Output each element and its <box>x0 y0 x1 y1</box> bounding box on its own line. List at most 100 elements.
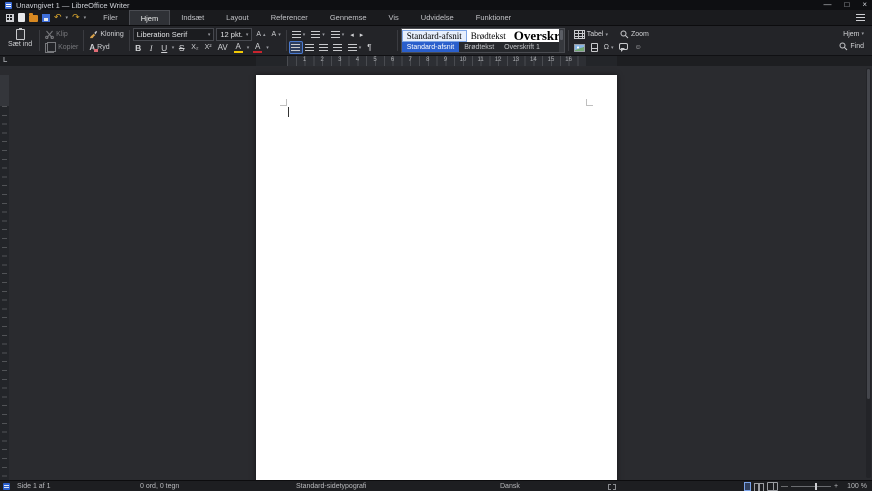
font-size-combo[interactable]: 12 pkt. ▾ <box>216 28 252 41</box>
subscript-button[interactable]: X₂ <box>189 41 200 54</box>
style-item-body[interactable]: Brødtekst <box>459 42 499 52</box>
document-page[interactable] <box>256 75 617 480</box>
hamburger-icon <box>856 14 865 21</box>
tab-vis[interactable]: Vis <box>378 10 410 25</box>
insert-image-button[interactable] <box>572 41 587 54</box>
zoom-percentage[interactable]: 100 % <box>847 481 867 491</box>
open-folder-icon[interactable] <box>29 15 38 22</box>
paste-button[interactable]: Sæt ind <box>4 28 36 49</box>
tab-referencer[interactable]: Referencer <box>260 10 319 25</box>
align-right-icon <box>319 44 328 52</box>
italic-button[interactable]: I <box>146 41 157 54</box>
underline-button[interactable]: U <box>159 41 170 54</box>
zoom-out-button[interactable]: — <box>781 483 788 490</box>
insert-page-break-button[interactable] <box>589 41 600 54</box>
font-color-caret[interactable]: ▾ <box>266 45 269 51</box>
page-count-status[interactable]: Side 1 af 1 <box>17 481 50 491</box>
superscript-button[interactable]: X² <box>203 41 214 54</box>
font-size-value: 12 pkt. <box>220 30 242 39</box>
selection-mode-icon[interactable] <box>608 484 616 490</box>
word-count-status[interactable]: 0 ord, 0 tegn <box>140 481 179 491</box>
line-spacing-icon <box>292 31 301 39</box>
horizontal-ruler[interactable]: 12345678910111213141516 <box>256 56 617 66</box>
maximize-button[interactable]: □ <box>844 0 849 10</box>
align-right-button[interactable] <box>318 42 330 53</box>
menu-grid-icon[interactable] <box>6 14 14 22</box>
underline-caret[interactable]: ▾ <box>172 45 175 51</box>
style-item-standard[interactable]: Standard-afsnit <box>402 42 459 52</box>
decrease-indent-button[interactable]: ◂ <box>348 28 356 41</box>
style-item-heading1[interactable]: Overskrift 1 <box>499 42 545 52</box>
new-document-icon[interactable] <box>18 13 25 22</box>
highlight-caret[interactable]: ▾ <box>247 45 250 51</box>
insert-emoji-button[interactable]: ☺ <box>632 41 643 54</box>
style-preview-heading1[interactable]: Overskr <box>510 29 559 42</box>
tab-indsaet[interactable]: Indsæt <box>170 10 215 25</box>
tab-gennemse[interactable]: Gennemse <box>319 10 378 25</box>
tab-hjem[interactable]: Hjem <box>129 10 171 25</box>
vertical-ruler[interactable] <box>0 75 9 480</box>
special-character-caret: ▾ <box>611 45 614 51</box>
font-size-caret: ▾ <box>246 32 249 38</box>
zoom-in-button[interactable]: + <box>834 483 838 490</box>
styles-scrollbar[interactable] <box>559 29 564 52</box>
align-justify-button[interactable] <box>332 42 344 53</box>
style-preview-body[interactable]: Brødtekst <box>467 31 510 41</box>
shrink-font-button[interactable]: A▾ <box>270 28 283 41</box>
undo-dropdown-caret[interactable]: ▾ <box>66 15 69 21</box>
style-preview-standard[interactable]: Standard-afsnit <box>402 30 467 42</box>
tab-stop-selector[interactable]: L <box>3 57 7 64</box>
tab-layout[interactable]: Layout <box>215 10 260 25</box>
bullet-list-caret: ▾ <box>322 32 325 38</box>
align-center-button[interactable] <box>304 42 316 53</box>
clear-formatting-button[interactable]: A Ryd <box>87 41 111 54</box>
vertical-scrollbar[interactable] <box>866 68 871 478</box>
zoom-slider-track[interactable] <box>791 483 831 490</box>
character-spacing-button[interactable]: AV <box>216 41 230 54</box>
redo-dropdown-caret[interactable]: ▾ <box>84 15 87 21</box>
multi-page-view-button[interactable] <box>754 482 764 491</box>
save-status-icon[interactable] <box>3 483 10 490</box>
bold-button[interactable]: B <box>133 41 144 54</box>
zoom-slider-thumb[interactable] <box>815 483 817 490</box>
style-previews-row: Standard-afsnit Brødtekst Overskr <box>402 29 559 42</box>
spacing-icon: AV <box>218 44 228 52</box>
page-style-status[interactable]: Standard-sidetypografi <box>296 481 366 491</box>
grow-font-button[interactable]: A▴ <box>254 28 267 41</box>
numbered-list-button[interactable]: ▾ <box>329 28 347 41</box>
find-button[interactable]: Find <box>837 41 866 54</box>
tab-filer[interactable]: Filer <box>92 10 129 25</box>
insert-special-character-button[interactable]: Ω▾ <box>602 41 616 54</box>
strikethrough-button[interactable]: S <box>176 41 187 54</box>
ruler-row: L 12345678910111213141516 <box>0 56 872 66</box>
language-status[interactable]: Dansk <box>500 481 520 491</box>
align-left-button[interactable] <box>290 42 302 53</box>
paragraph-spacing-button[interactable]: ▾ <box>346 41 364 54</box>
undo-icon[interactable]: ↶ <box>54 13 62 22</box>
line-spacing-button[interactable]: ▾ <box>290 28 308 41</box>
grow-font-icon: A <box>256 31 261 38</box>
font-name-combo[interactable]: Liberation Serif ▾ <box>133 28 215 41</box>
minimize-button[interactable]: — <box>823 0 831 10</box>
copy-button[interactable]: Kopier <box>43 41 80 54</box>
increase-indent-button[interactable]: ▸ <box>358 28 366 41</box>
tab-udvidelse[interactable]: Udvidelse <box>410 10 465 25</box>
font-color-button[interactable]: A <box>251 41 264 54</box>
save-icon[interactable] <box>42 14 50 22</box>
formatting-marks-button[interactable]: ¶ <box>365 41 373 54</box>
insert-table-button[interactable]: Tabel ▾ <box>572 28 610 41</box>
tab-funktioner[interactable]: Funktioner <box>465 10 522 25</box>
clone-formatting-button[interactable]: Kloning <box>87 28 125 41</box>
bullet-list-button[interactable]: ▾ <box>309 28 327 41</box>
menubar-toggle-button[interactable] <box>849 10 872 25</box>
line-spacing-caret: ▾ <box>303 32 306 38</box>
book-view-button[interactable] <box>767 482 778 491</box>
single-page-view-button[interactable] <box>744 482 751 491</box>
insert-comment-button[interactable] <box>617 41 630 54</box>
highlight-color-button[interactable]: A <box>232 41 245 54</box>
cut-button[interactable]: Klip <box>43 28 70 41</box>
close-button[interactable]: × <box>862 0 867 10</box>
section-menu-button[interactable]: Hjem ▾ <box>841 28 866 41</box>
redo-icon[interactable]: ↷ <box>72 13 80 22</box>
zoom-button[interactable]: Zoom <box>618 28 651 41</box>
